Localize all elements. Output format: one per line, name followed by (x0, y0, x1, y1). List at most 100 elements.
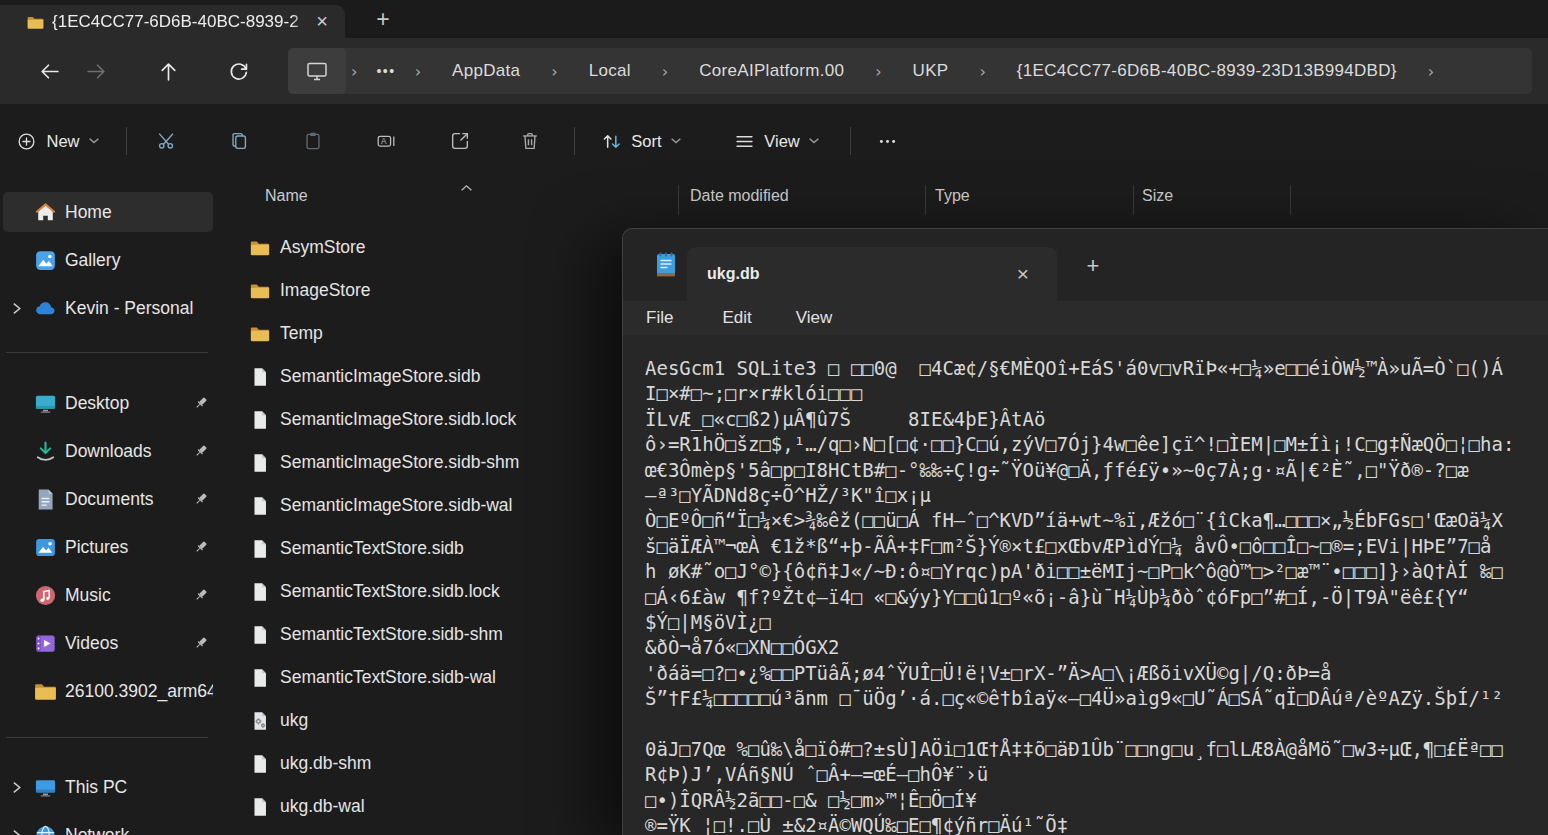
refresh-icon (227, 60, 250, 83)
ellipsis-icon (877, 131, 898, 152)
notepad-text-line: R¢Þ)J’,VÁñ§NÚ ˆ□Â+–=œÉ–□hÔ¥¨›ü (645, 762, 1548, 787)
copy-button[interactable] (216, 118, 262, 164)
notepad-text-line: –ª³□YÃDNd8ç÷Õ^HŽ/³K"î□x¡µ (645, 483, 1548, 508)
column-header-size[interactable]: Size (1142, 187, 1173, 205)
rename-button[interactable]: A (363, 118, 409, 164)
explorer-address-row: ›•••›AppData›Local›CoreAIPlatform.00›UKP… (0, 38, 1548, 104)
chevron-right-icon[interactable] (11, 301, 22, 320)
notepad-text-line: I□×#□~;□r×r#klói□□□ (645, 381, 1548, 406)
sidebar-item-label: 26100.3902_arm64_ (65, 671, 213, 711)
forward-button[interactable] (75, 51, 117, 91)
desktop-icon (33, 391, 58, 416)
chevron-down-icon (670, 137, 682, 145)
paste-button[interactable] (290, 118, 336, 164)
downloads-icon (33, 439, 58, 464)
sort-button[interactable]: Sort (586, 118, 696, 164)
chevron-right-icon[interactable] (11, 828, 22, 835)
sidebar-item-label: Kevin - Personal (65, 288, 213, 328)
sidebar-item-music[interactable]: Music (3, 575, 213, 615)
file-icon (249, 753, 271, 775)
navigation-pane: Home Gallery Kevin - Personal Desktop Downlo… (0, 178, 218, 835)
new-button[interactable]: New (6, 118, 110, 164)
notepad-text-line: ô›=R1hÖ□šz□$,¹…/q□›N□[□¢·□□}C□ú,zýV□7Ój}… (645, 432, 1548, 457)
notepad-new-tab-button[interactable]: + (1073, 249, 1113, 283)
up-button[interactable] (147, 51, 189, 91)
forward-arrow-icon (85, 60, 108, 83)
notepad-window: ukg.db × + File Edit View AesGcm1 SQLite3 … (622, 228, 1548, 835)
file-name: SemanticImageStore.sidb-shm (280, 452, 519, 473)
pictures-icon (33, 535, 58, 560)
notepad-text-line: □Á‹6£àw ¶f?ºŽt¢–ï4□ «□&ýy}Y□□û1□º«õ¡-â}ù… (645, 585, 1548, 610)
videos-icon (33, 631, 58, 656)
file-name: Temp (280, 323, 323, 344)
notepad-text-line: Ò□EºÔ□ñ“Ï□¼×€>¾‰êž(□□ü□Á fH–ˆ□^KVD”íä+wt… (645, 508, 1548, 533)
file-name: SemanticImageStore.sidb.lock (280, 409, 516, 430)
file-name: ukg.db-wal (280, 796, 365, 817)
sidebar-item-pictures[interactable]: Pictures (3, 527, 213, 567)
breadcrumb-separator: › (410, 62, 426, 81)
notepad-editor[interactable]: AesGcm1 SQLite3 □ □□0@ □4Cæ¢/§€MÈQOî+EáS… (623, 335, 1548, 835)
sidebar-item-downloads[interactable]: Downloads (3, 431, 213, 471)
sort-icon (600, 130, 623, 153)
sidebar-item-this-pc[interactable]: This PC (3, 767, 213, 807)
breadcrumb-item[interactable]: CoreAIPlatform.00 (673, 61, 870, 81)
menu-item-edit[interactable]: Edit (722, 308, 751, 328)
breadcrumb-overflow[interactable]: ••• (362, 63, 409, 79)
file-name: AsymStore (280, 237, 366, 258)
plus-circle-icon (16, 131, 37, 152)
chevron-down-icon (88, 137, 100, 145)
sidebar-item-gallery[interactable]: Gallery (3, 240, 213, 280)
sidebar-item-desktop[interactable]: Desktop (3, 383, 213, 423)
sidebar-item-26100-3902-arm64-[interactable]: 26100.3902_arm64_ (3, 671, 213, 711)
view-button[interactable]: View (720, 118, 834, 164)
onedrive-icon (33, 296, 58, 321)
explorer-tab[interactable]: {1EC4CC77-6D6B-40BC-8939-2 × (0, 5, 345, 38)
breadcrumb-item[interactable]: UKP (887, 61, 975, 81)
breadcrumb-item[interactable]: {1EC4CC77-6D6B-40BC-8939-23D13B994DBD} (991, 61, 1423, 81)
delete-button[interactable] (507, 118, 553, 164)
file-icon (249, 796, 271, 818)
chevron-right-icon[interactable] (11, 780, 22, 799)
pin-icon (192, 490, 210, 508)
menu-item-file[interactable]: File (646, 308, 673, 328)
notepad-text-line: h øK#˜o□J°©}{ô¢ñ‡J«/~Ð:ô¤□Yrqc)pA'ði□□±ë… (645, 559, 1548, 584)
close-icon[interactable]: × (309, 9, 335, 34)
sidebar-item-label: Documents (65, 479, 213, 519)
breadcrumb-separator: › (657, 62, 673, 81)
breadcrumb-item[interactable]: AppData (426, 61, 546, 81)
sidebar-item-label: This PC (65, 767, 213, 807)
sidebar-item-documents[interactable]: Documents (3, 479, 213, 519)
refresh-button[interactable] (217, 51, 259, 91)
sort-ascending-caret (460, 178, 473, 196)
new-tab-button[interactable]: + (360, 0, 406, 38)
more-options-button[interactable] (864, 118, 910, 164)
file-name: SemanticImageStore.sidb (280, 366, 480, 387)
sidebar-item-home[interactable]: Home (3, 192, 213, 232)
file-icon (249, 667, 271, 689)
file-name: SemanticTextStore.sidb-wal (280, 667, 496, 688)
menu-item-view[interactable]: View (796, 308, 833, 328)
gallery-icon (33, 248, 58, 273)
sidebar-item-kevin-personal[interactable]: Kevin - Personal (3, 288, 213, 328)
share-button[interactable] (437, 118, 483, 164)
notepad-text-line (645, 712, 1548, 737)
file-icon (249, 624, 271, 646)
notepad-tab[interactable]: ukg.db × (687, 247, 1057, 301)
breadcrumb-item[interactable]: Local (563, 61, 657, 81)
breadcrumb-separator: › (974, 62, 990, 81)
cut-button[interactable] (144, 118, 190, 164)
close-icon[interactable]: × (1009, 261, 1037, 287)
back-button[interactable] (28, 51, 70, 91)
column-header-name[interactable]: Name (265, 187, 308, 205)
column-header-date[interactable]: Date modified (690, 187, 789, 205)
file-name: ukg.db-shm (280, 753, 371, 774)
sidebar-item-network[interactable]: Network (3, 815, 213, 835)
notepad-menu-bar: File Edit View (623, 301, 1548, 335)
sidebar-item-videos[interactable]: Videos (3, 623, 213, 663)
breadcrumb-separator: › (1423, 62, 1439, 81)
address-bar[interactable]: ›•••›AppData›Local›CoreAIPlatform.00›UKP… (288, 48, 1532, 94)
column-header-type[interactable]: Type (935, 187, 970, 205)
address-device-segment[interactable] (288, 48, 346, 94)
cut-icon (156, 130, 178, 152)
documents-icon (33, 487, 58, 512)
